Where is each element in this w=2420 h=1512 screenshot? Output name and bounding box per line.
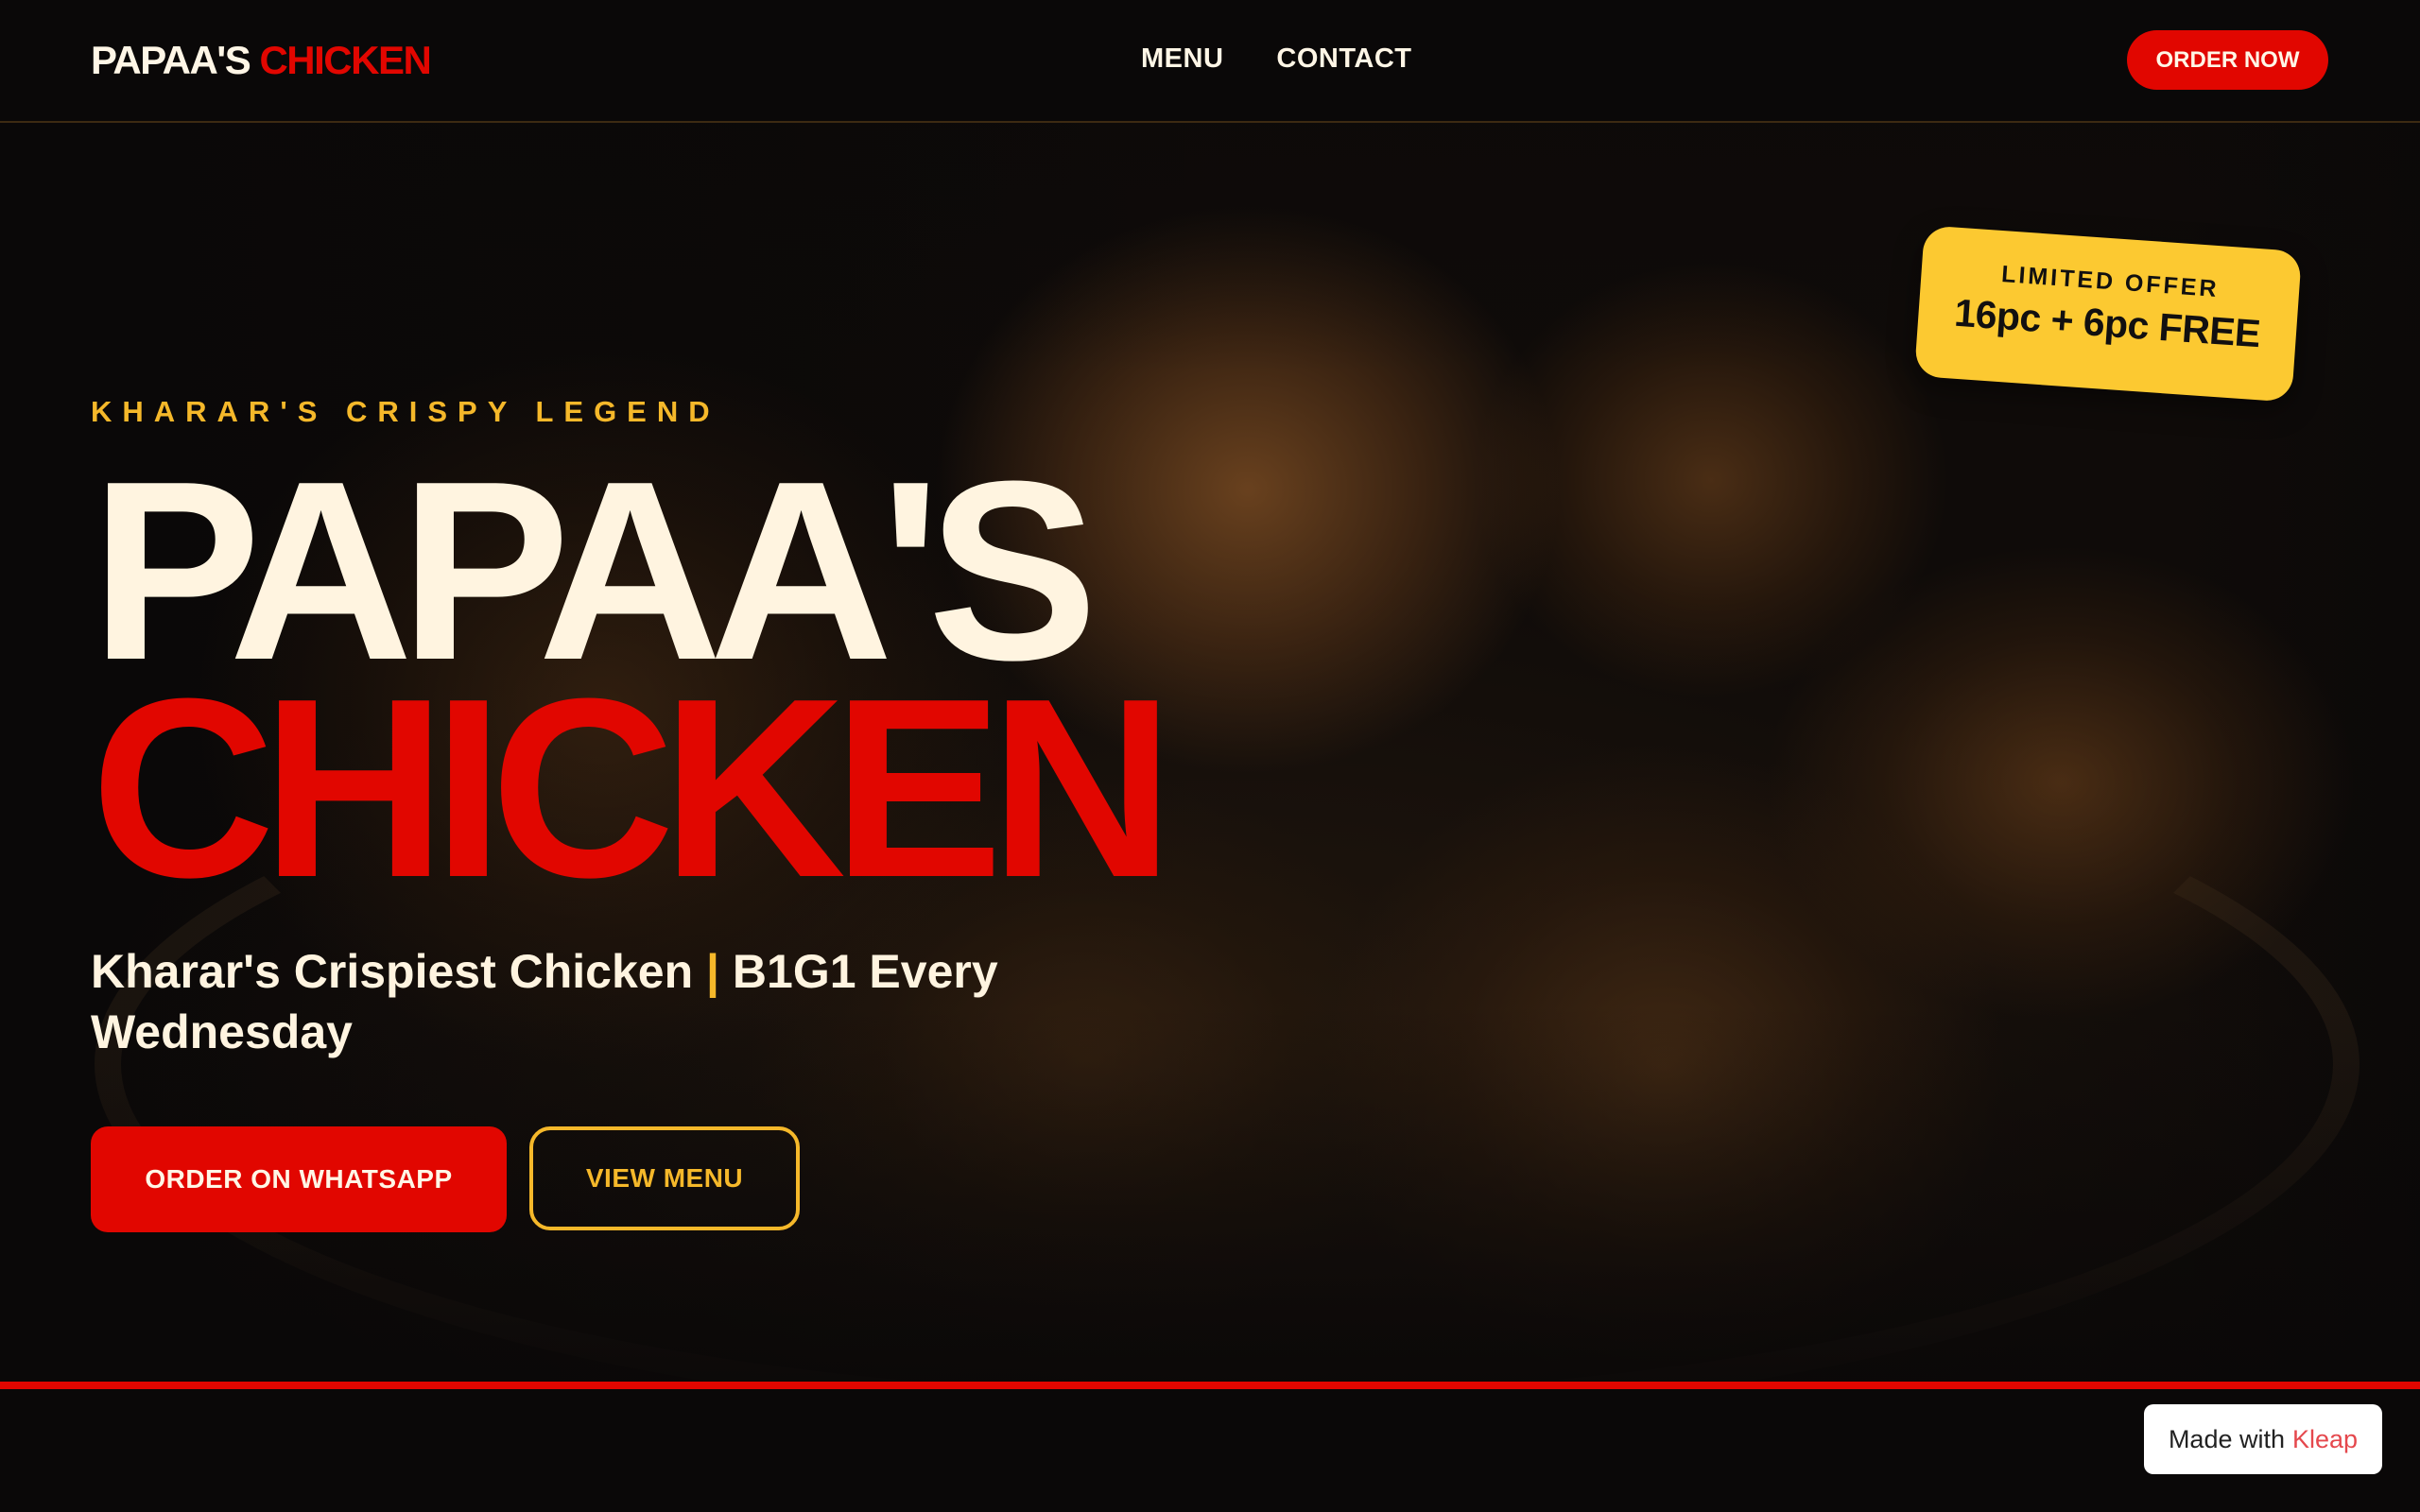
tagline-part1: Kharar's Crispiest Chicken (91, 945, 707, 998)
hero-tagline: Kharar's Crispiest Chicken | B1G1 Every … (91, 941, 1036, 1062)
nav-links: MENU CONTACT (1141, 43, 1412, 75)
order-now-button[interactable]: ORDER NOW (2127, 30, 2328, 90)
site-logo[interactable]: PAPAA'S CHICKEN (91, 38, 432, 83)
limited-offer-badge: LIMITED OFFER 16pc + 6pc FREE (1913, 225, 2303, 403)
nav-link-contact[interactable]: CONTACT (1276, 43, 1411, 75)
nav-link-menu[interactable]: MENU (1141, 43, 1223, 75)
tagline-separator: | (706, 945, 720, 998)
hero-headline-line2: CHICKEN (91, 646, 1174, 931)
logo-text-accent: CHICKEN (259, 38, 431, 82)
logo-text-primary: PAPAA'S (91, 38, 251, 82)
top-navigation: PAPAA'S CHICKEN MENU CONTACT ORDER NOW (0, 0, 2420, 123)
view-menu-button[interactable]: VIEW MENU (529, 1126, 800, 1230)
made-with-kleap-badge[interactable]: Made with Kleap (2144, 1404, 2382, 1474)
made-with-prefix: Made with (2168, 1424, 2285, 1453)
bottom-section (0, 1389, 2420, 1512)
hero-eyebrow: KHARAR'S CRISPY LEGEND (91, 395, 720, 428)
section-divider (0, 1382, 2420, 1389)
order-on-whatsapp-button[interactable]: ORDER ON WHATSAPP (91, 1126, 507, 1232)
kleap-brand-link: Kleap (2292, 1424, 2359, 1453)
